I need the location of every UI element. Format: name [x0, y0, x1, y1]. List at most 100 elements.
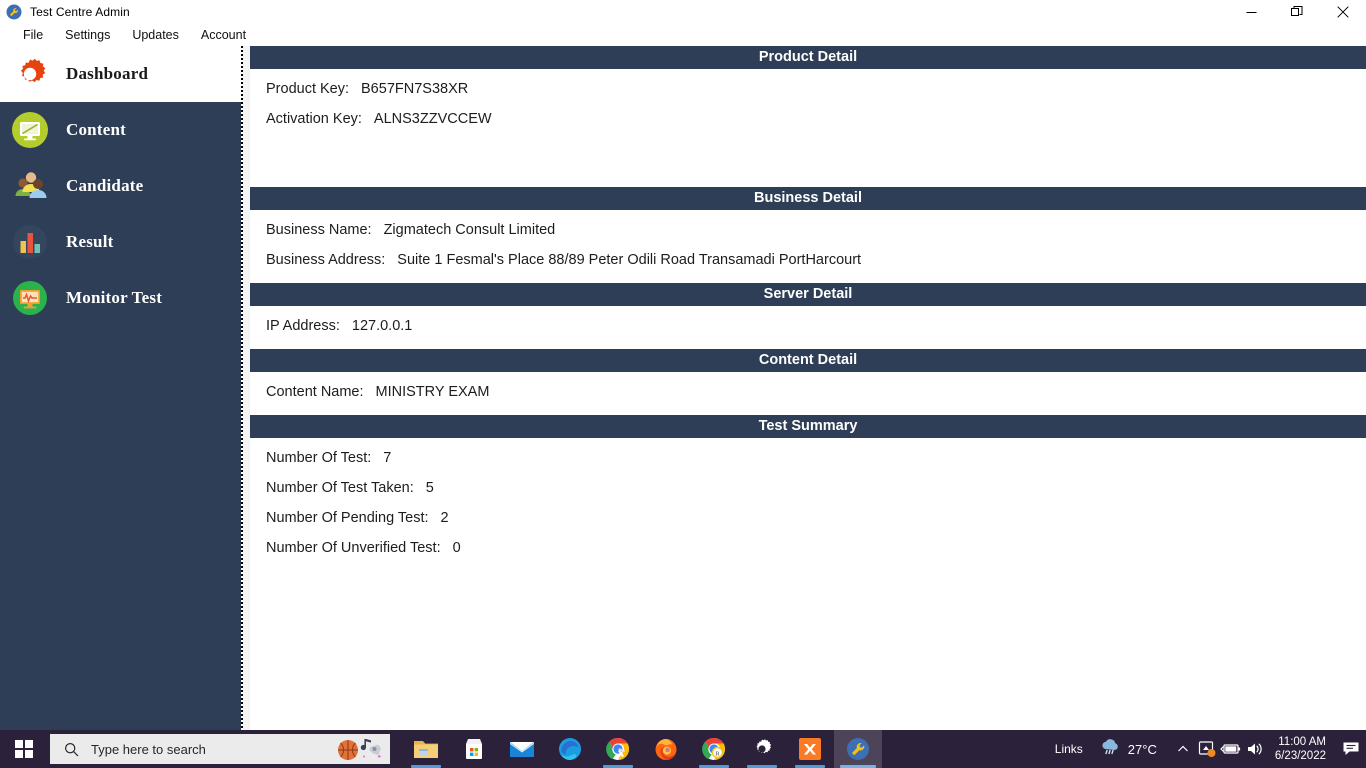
section-header: Product Detail [250, 46, 1366, 69]
field-value: ALNS3ZZVCCEW [373, 111, 492, 127]
section-server-detail: Server Detail IP Address: 127.0.0.1 [250, 283, 1366, 349]
field-value: Zigmatech Consult Limited [383, 222, 556, 238]
bar-chart-icon [8, 220, 52, 264]
cloud-rain-icon [1099, 738, 1121, 761]
field-label: Number Of Test Taken: [266, 480, 414, 496]
field-activation-key: Activation Key: ALNS3ZZVCCEW [250, 111, 1366, 141]
chrome-remote-icon[interactable]: R [690, 730, 738, 768]
battery-charging-icon[interactable] [1219, 730, 1243, 768]
windows-taskbar: Type here to search R Links 27°C 11:00 A… [0, 730, 1366, 768]
section-test-summary: Test Summary Number Of Test: 7 Number Of… [250, 415, 1366, 698]
section-header: Business Detail [250, 187, 1366, 210]
field-value: B657FN7S38XR [361, 81, 469, 97]
sidebar-item-label: Candidate [66, 176, 144, 195]
close-button[interactable] [1320, 0, 1366, 24]
volume-icon[interactable] [1243, 730, 1267, 768]
microsoft-store-icon[interactable] [450, 730, 498, 768]
gear-icon [8, 52, 52, 96]
firefox-icon[interactable] [642, 730, 690, 768]
sidebar-navigation: Dashboard Content Candidate Result Monit… [0, 46, 241, 730]
monitor-icon [8, 108, 52, 152]
restore-button[interactable] [1274, 0, 1320, 24]
section-business-detail: Business Detail Business Name: Zigmatech… [250, 187, 1366, 283]
field-number-of-pending-test: Number Of Pending Test: 2 [250, 510, 1366, 540]
sidebar-item-label: Dashboard [66, 64, 149, 83]
field-label: Number Of Test: [266, 450, 372, 466]
clock-time: 11:00 AM [1278, 736, 1326, 748]
sidebar-item-content[interactable]: Content [0, 102, 241, 158]
menu-item-updates[interactable]: Updates [121, 24, 190, 46]
field-product-key: Product Key: B657FN7S38XR [250, 81, 1366, 111]
test-centre-admin-icon[interactable] [834, 730, 882, 768]
field-business-address: Business Address: Suite 1 Fesmal's Place… [250, 252, 1366, 282]
tray-weather-widget[interactable]: 27°C [1099, 738, 1157, 761]
minimize-button[interactable] [1228, 0, 1274, 24]
window-title-bar: Test Centre Admin [0, 0, 1366, 24]
field-value: MINISTRY EXAM [375, 384, 490, 400]
field-ip-address: IP Address: 127.0.0.1 [250, 318, 1366, 348]
clock-date: 6/23/2022 [1274, 750, 1326, 762]
onedrive-sync-icon[interactable] [1195, 730, 1219, 768]
section-body: Product Key: B657FN7S38XR Activation Key… [250, 69, 1366, 187]
sidebar-item-result[interactable]: Result [0, 214, 241, 270]
field-value: 7 [383, 450, 392, 466]
field-label: Business Address: [266, 252, 386, 268]
section-header: Content Detail [250, 349, 1366, 372]
sidebar-item-candidate[interactable]: Candidate [0, 158, 241, 214]
search-input-placeholder: Type here to search [91, 741, 206, 757]
field-value: Suite 1 Fesmal's Place 88/89 Peter Odili… [397, 252, 862, 268]
mail-icon[interactable] [498, 730, 546, 768]
section-product-detail: Product Detail Product Key: B657FN7S38XR… [250, 46, 1366, 187]
tray-temperature: 27°C [1127, 741, 1157, 757]
settings-gear-icon[interactable] [738, 730, 786, 768]
system-tray: Links 27°C 11:00 AM 6/23/2022 [1055, 730, 1366, 768]
field-value: 2 [440, 510, 449, 526]
field-label: Activation Key: [266, 111, 362, 127]
field-value: 0 [452, 540, 461, 556]
chevron-up-icon[interactable] [1171, 730, 1195, 768]
users-icon [8, 164, 52, 208]
section-content-detail: Content Detail Content Name: MINISTRY EX… [250, 349, 1366, 415]
field-business-name: Business Name: Zigmatech Consult Limited [250, 222, 1366, 252]
basketball-doodle-icon[interactable] [334, 736, 386, 767]
window-controls [1228, 0, 1366, 24]
field-label: IP Address: [266, 318, 340, 334]
sidebar-item-label: Monitor Test [66, 288, 163, 307]
menu-item-file[interactable]: File [12, 24, 54, 46]
menu-item-settings[interactable]: Settings [54, 24, 121, 46]
field-content-name: Content Name: MINISTRY EXAM [250, 384, 1366, 414]
section-body: Business Name: Zigmatech Consult Limited… [250, 210, 1366, 283]
sidebar-item-dashboard[interactable]: Dashboard [0, 46, 241, 102]
menu-item-account[interactable]: Account [190, 24, 257, 46]
action-center-icon[interactable] [1336, 730, 1366, 768]
sidebar-item-label: Result [66, 232, 114, 251]
taskbar-app-buttons: R [402, 730, 882, 768]
sidebar-item-monitor-test[interactable]: Monitor Test [0, 270, 241, 326]
taskbar-clock[interactable]: 11:00 AM 6/23/2022 [1275, 735, 1326, 763]
chrome-icon[interactable] [594, 730, 642, 768]
field-value: 127.0.0.1 [351, 318, 413, 334]
field-number-of-test: Number Of Test: 7 [250, 450, 1366, 480]
section-header: Test Summary [250, 415, 1366, 438]
search-icon [64, 742, 79, 757]
windows-start-icon[interactable] [0, 730, 48, 768]
tray-links-label[interactable]: Links [1055, 742, 1083, 756]
xampp-icon[interactable] [786, 730, 834, 768]
microsoft-edge-icon[interactable] [546, 730, 594, 768]
field-number-of-test-taken: Number Of Test Taken: 5 [250, 480, 1366, 510]
wrench-gear-icon [6, 4, 22, 20]
taskbar-search-box[interactable]: Type here to search [50, 734, 390, 764]
field-number-of-unverified-test: Number Of Unverified Test: 0 [250, 540, 1366, 570]
svg-text:R: R [715, 750, 720, 757]
field-label: Content Name: [266, 384, 364, 400]
file-explorer-icon[interactable] [402, 730, 450, 768]
sidebar-item-label: Content [66, 120, 126, 139]
sidebar-content-gap [243, 46, 250, 730]
section-body: Number Of Test: 7 Number Of Test Taken: … [250, 438, 1366, 698]
field-label: Product Key: [266, 81, 350, 97]
window-title: Test Centre Admin [30, 5, 130, 19]
section-header: Server Detail [250, 283, 1366, 306]
menu-bar: File Settings Updates Account [0, 24, 1366, 46]
field-value: 5 [425, 480, 434, 496]
section-body: Content Name: MINISTRY EXAM [250, 372, 1366, 415]
